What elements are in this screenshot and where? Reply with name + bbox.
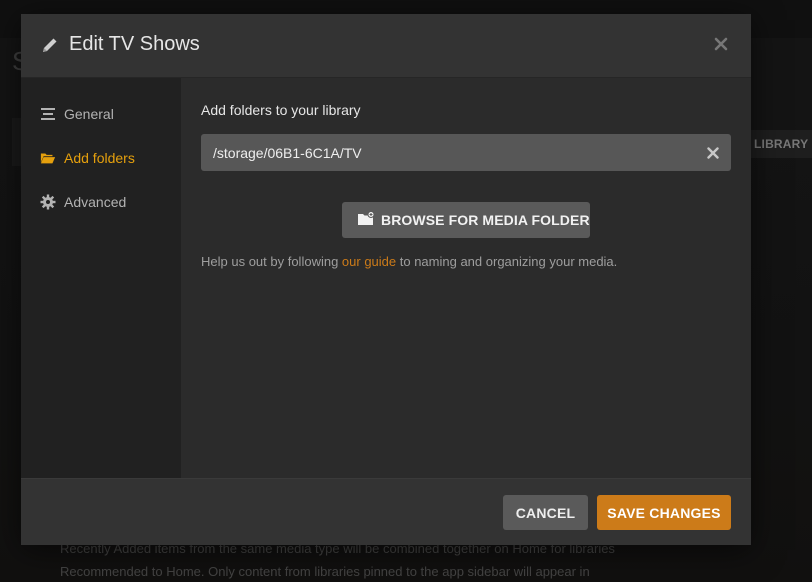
sidebar-item-add-folders[interactable]: Add folders — [21, 138, 181, 178]
browse-media-folder-button[interactable]: BROWSE FOR MEDIA FOLDER — [342, 202, 590, 238]
sidebar-item-label: Advanced — [64, 194, 127, 210]
help-text-prefix: Help us out by following — [201, 254, 342, 269]
close-icon — [707, 147, 719, 159]
modal-title: Edit TV Shows — [69, 33, 200, 55]
save-changes-button[interactable]: SAVE CHANGES — [597, 495, 731, 530]
close-button[interactable] — [709, 32, 733, 56]
general-lines-icon — [40, 106, 56, 122]
sidebar-item-label: General — [64, 106, 114, 122]
section-label: Add folders to your library — [201, 102, 361, 118]
folder-add-icon — [357, 211, 375, 227]
remove-folder-button[interactable] — [704, 144, 722, 162]
sidebar-item-label: Add folders — [64, 150, 135, 166]
modal-sidebar: General Add folders Advanced — [21, 78, 181, 478]
close-icon — [714, 37, 728, 51]
modal-footer: CANCEL SAVE CHANGES — [21, 478, 751, 545]
folder-open-icon — [40, 150, 56, 166]
pencil-icon — [40, 35, 60, 55]
cancel-button[interactable]: CANCEL — [503, 495, 588, 530]
modal-header: Edit TV Shows — [21, 14, 751, 78]
sidebar-item-advanced[interactable]: Advanced — [21, 182, 181, 222]
gear-icon — [40, 194, 56, 210]
help-text-suffix: to naming and organizing your media. — [396, 254, 618, 269]
guide-link[interactable]: our guide — [342, 254, 396, 269]
modal-content: Add folders to your library BROWSE FOR M… — [181, 78, 751, 478]
folder-path-input[interactable] — [201, 134, 731, 171]
sidebar-item-general[interactable]: General — [21, 94, 181, 134]
browse-button-label: BROWSE FOR MEDIA FOLDER — [381, 212, 590, 228]
edit-library-modal: Edit TV Shows General Add folders Advanc… — [21, 14, 751, 545]
help-text: Help us out by following our guide to na… — [201, 254, 617, 269]
